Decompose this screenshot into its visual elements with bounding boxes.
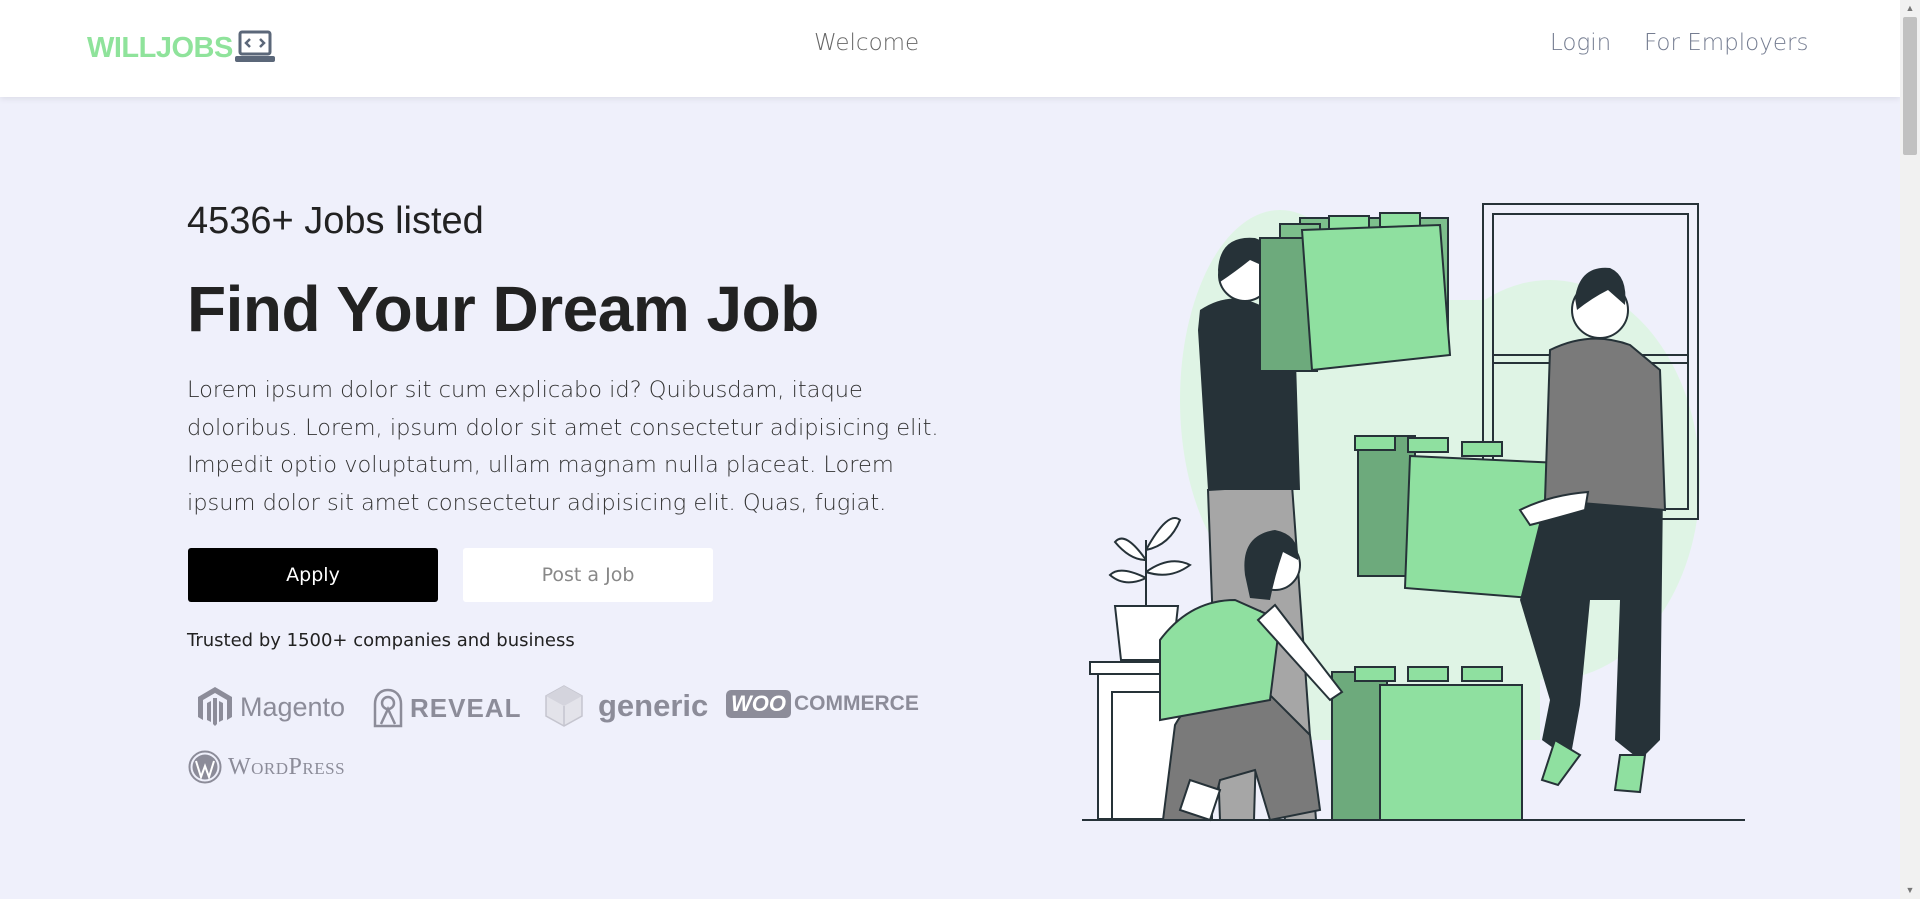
post-job-button[interactable]: Post a Job bbox=[463, 548, 713, 602]
magento-icon bbox=[198, 687, 232, 726]
partner-name: WordPress bbox=[228, 753, 346, 780]
brand-logo[interactable]: WILLJOBS bbox=[87, 28, 275, 68]
page-scrollbar[interactable]: ▲ ▼ bbox=[1900, 0, 1920, 899]
partner-name: generic bbox=[598, 688, 709, 723]
laptop-code-icon bbox=[234, 30, 275, 62]
hero-headline: Find Your Dream Job bbox=[187, 273, 819, 345]
hero-description: Lorem ipsum dolor sit cum explicabo id? … bbox=[187, 377, 939, 516]
partner-name: COMMERCE bbox=[794, 692, 919, 715]
partner-logo-generic: generic bbox=[544, 684, 708, 728]
partner-name: REVEAL bbox=[410, 692, 522, 723]
partner-logo-magento: Magento bbox=[196, 686, 345, 728]
scroll-down-arrow-icon[interactable]: ▼ bbox=[1900, 882, 1920, 899]
wordpress-icon bbox=[188, 750, 222, 784]
nav-for-employers-link[interactable]: For Employers bbox=[1644, 30, 1808, 56]
brand-logo-text: WILLJOBS bbox=[87, 31, 233, 64]
top-navbar: WILLJOBS Welcome Login For Employers bbox=[0, 0, 1900, 97]
nav-welcome-link[interactable]: Welcome bbox=[814, 30, 919, 56]
reveal-icon bbox=[373, 688, 403, 728]
nav-login-link[interactable]: Login bbox=[1550, 30, 1611, 56]
scroll-up-arrow-icon[interactable]: ▲ bbox=[1900, 0, 1920, 17]
trusted-by-text: Trusted by 1500+ companies and business bbox=[187, 630, 575, 651]
generic-cube-icon bbox=[545, 685, 583, 727]
hero-illustration bbox=[1082, 203, 1745, 822]
jobs-count-text: 4536+ Jobs listed bbox=[187, 200, 484, 242]
partner-logo-woocommerce: WOO COMMERCE bbox=[726, 690, 919, 718]
apply-button[interactable]: Apply bbox=[188, 548, 438, 602]
partner-logo-reveal: REVEAL bbox=[372, 688, 521, 728]
partner-name: Magento bbox=[240, 691, 346, 722]
woocommerce-logo: WOO bbox=[726, 690, 791, 718]
scrollbar-thumb[interactable] bbox=[1903, 17, 1917, 155]
partner-logo-wordpress: WordPress bbox=[188, 750, 345, 784]
